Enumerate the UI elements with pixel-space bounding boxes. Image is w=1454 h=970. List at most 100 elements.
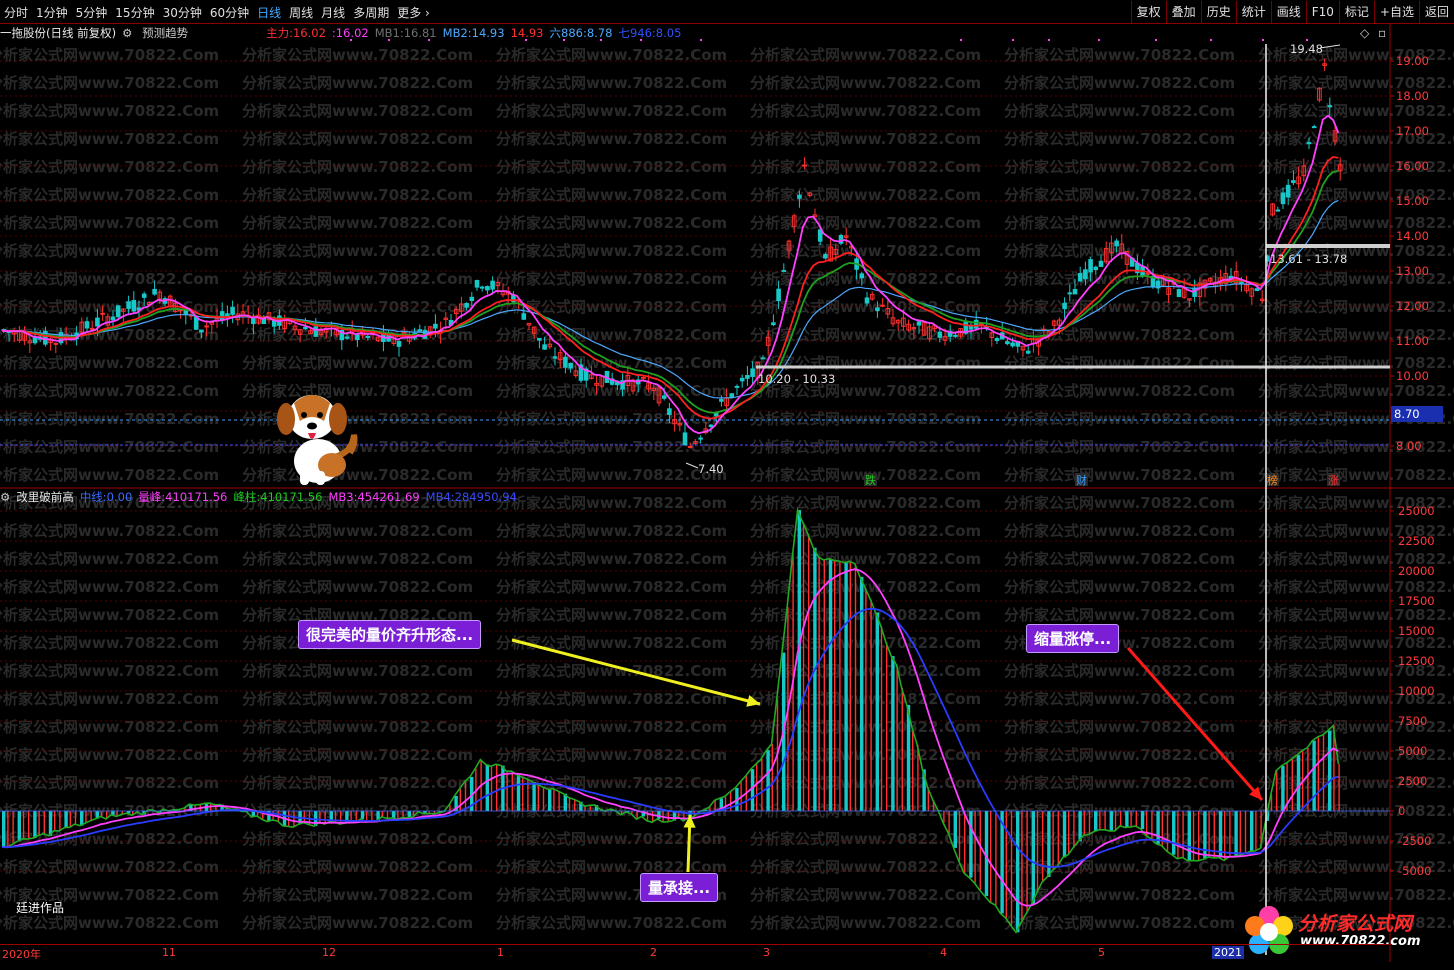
watermark-text: 分析家公式网www.70822.Com — [750, 242, 981, 260]
volume-bar — [844, 562, 848, 811]
candle-body — [1083, 269, 1088, 280]
watermark-text: 分析家公式网www.70822.Com — [1004, 494, 1235, 512]
candle-body — [916, 321, 922, 326]
volume-bar — [823, 559, 825, 811]
volume-bar — [589, 805, 591, 811]
volume-indicator-title[interactable]: 改里破前高 — [16, 489, 74, 505]
watermark-text: 分析家公式网www.70822.Com — [496, 690, 727, 708]
volume-bar — [1114, 811, 1117, 831]
volume-bar — [995, 811, 997, 906]
callout-shrink: 缩量涨停... — [1026, 624, 1120, 653]
candle-body — [880, 304, 885, 307]
watermark-text: 分析家公式网www.70822.Com — [242, 298, 473, 316]
volume-bar — [371, 811, 373, 822]
candle-body — [1088, 259, 1093, 273]
watermark-text: 分析家公式网www.70822.Com — [0, 214, 219, 232]
candle-body — [521, 313, 527, 320]
volume-bar — [496, 764, 498, 811]
candle-body — [1306, 142, 1312, 145]
watermark-text: 分析家公式网www.70822.Com — [242, 830, 473, 848]
watermark-text: 分析家公式网www.70822.Com — [1258, 438, 1454, 456]
predict-trend-toggle[interactable]: ⚙ 预测趋势 — [122, 25, 194, 41]
watermark-text: 分析家公式网www.70822.Com — [1004, 74, 1235, 92]
watermark-text: 分析家公式网www.70822.Com — [750, 858, 981, 876]
volume-bar — [1094, 811, 1098, 832]
author-label: 廷进作品 — [16, 901, 65, 915]
candle-body — [1025, 350, 1031, 354]
time-tick: 3 — [763, 946, 770, 959]
volume-bar — [1036, 811, 1039, 893]
volume-legend: ⚙ 改里破前高 中线:0.00 量峰:410171.56 峰柱:410171.56 M… — [0, 488, 529, 506]
volume-bar — [1177, 811, 1179, 859]
candle-body — [464, 303, 469, 308]
volume-bar — [958, 811, 961, 862]
candle-body — [1285, 184, 1291, 198]
candle-body — [739, 377, 745, 382]
watermark-text: 分析家公式网www.70822.Com — [242, 102, 473, 120]
price-indicator: 主力:16.02 — [266, 26, 326, 40]
volume-gear-icon[interactable]: ⚙ — [0, 490, 10, 504]
volume-bar — [891, 656, 895, 811]
volume-bar — [1062, 811, 1067, 858]
volume-bar — [964, 811, 966, 874]
window-icon[interactable]: ▫ — [1378, 26, 1386, 40]
brand-name: 分析家公式网 — [1298, 913, 1413, 935]
watermark-text: 分析家公式网www.70822.Com — [1004, 746, 1235, 764]
watermark-text: 分析家公式网www.70822.Com — [1258, 606, 1454, 624]
watermark-text: 分析家公式网www.70822.Com — [496, 354, 727, 372]
candle-body — [682, 432, 688, 446]
volume-tick-label: 7500 — [1398, 714, 1427, 728]
candle-body — [1327, 105, 1333, 108]
volume-bar — [865, 588, 867, 811]
volume-bar — [834, 560, 836, 811]
price-tick-label: 19.00 — [1396, 54, 1429, 68]
volume-bar — [953, 811, 957, 848]
volume-bar — [1099, 811, 1101, 830]
watermark-text: 分析家公式网www.70822.Com — [496, 494, 727, 512]
watermark-text: 分析家公式网www.70822.Com — [242, 270, 473, 288]
stock-title[interactable]: 一拖股份(日线 前复权) — [0, 25, 116, 41]
candle-body — [552, 356, 558, 359]
candle-body — [817, 229, 823, 242]
volume-bar — [402, 811, 404, 818]
volume-bar — [506, 771, 508, 811]
volume-bar — [522, 777, 524, 811]
kline-chart[interactable]: 分析家公式网www.70822.Com 分析家公式网www.70822.Com 分析… — [0, 0, 1454, 970]
time-tick: 2021 — [1212, 946, 1244, 959]
volume-bar — [1296, 755, 1301, 811]
volume-bar — [516, 774, 521, 811]
watermark-text: 分析家公式网www.70822.Com — [496, 102, 727, 120]
volume-bar — [2, 811, 6, 848]
watermark-text: 分析家公式网www.70822.Com — [1004, 214, 1235, 232]
candle-body — [1311, 126, 1317, 129]
price-tick-label: 13.00 — [1396, 264, 1429, 278]
price-indicator: :16.02 — [331, 26, 369, 40]
volume-bar — [12, 811, 14, 845]
volume-bar — [85, 811, 87, 824]
watermark-text: 分析家公式网www.70822.Com — [496, 914, 727, 932]
volume-bar — [901, 687, 903, 811]
collapse-icon[interactable]: ◇ — [1360, 26, 1369, 40]
candle-body — [479, 286, 485, 289]
volume-bar — [386, 811, 389, 819]
candle-body — [979, 323, 984, 326]
volume-bar — [43, 811, 45, 834]
watermark-text: 分析家公式网www.70822.Com — [0, 522, 219, 540]
candle-body — [708, 424, 714, 428]
volume-bar — [1016, 811, 1020, 933]
candle-body — [344, 336, 350, 339]
watermark-text: 分析家公式网www.70822.Com — [1004, 606, 1235, 624]
volume-bar — [750, 769, 755, 811]
volume-bar — [808, 534, 810, 811]
watermark-text: 分析家公式网www.70822.Com — [496, 158, 727, 176]
watermark-text: 分析家公式网www.70822.Com — [242, 74, 473, 92]
volume-bar — [360, 811, 365, 819]
watermark-text: 分析家公式网www.70822.Com — [0, 550, 219, 568]
price-tick-label: 16.00 — [1396, 159, 1429, 173]
volume-bar — [802, 522, 805, 811]
candle-body — [204, 325, 209, 328]
candle-body — [417, 329, 423, 332]
volume-bar — [397, 811, 399, 820]
price-legend: 一拖股份(日线 前复权) ⚙ 预测趋势 主力:16.02:16.02 MB1:16… — [0, 24, 693, 42]
candle-body — [313, 326, 319, 337]
